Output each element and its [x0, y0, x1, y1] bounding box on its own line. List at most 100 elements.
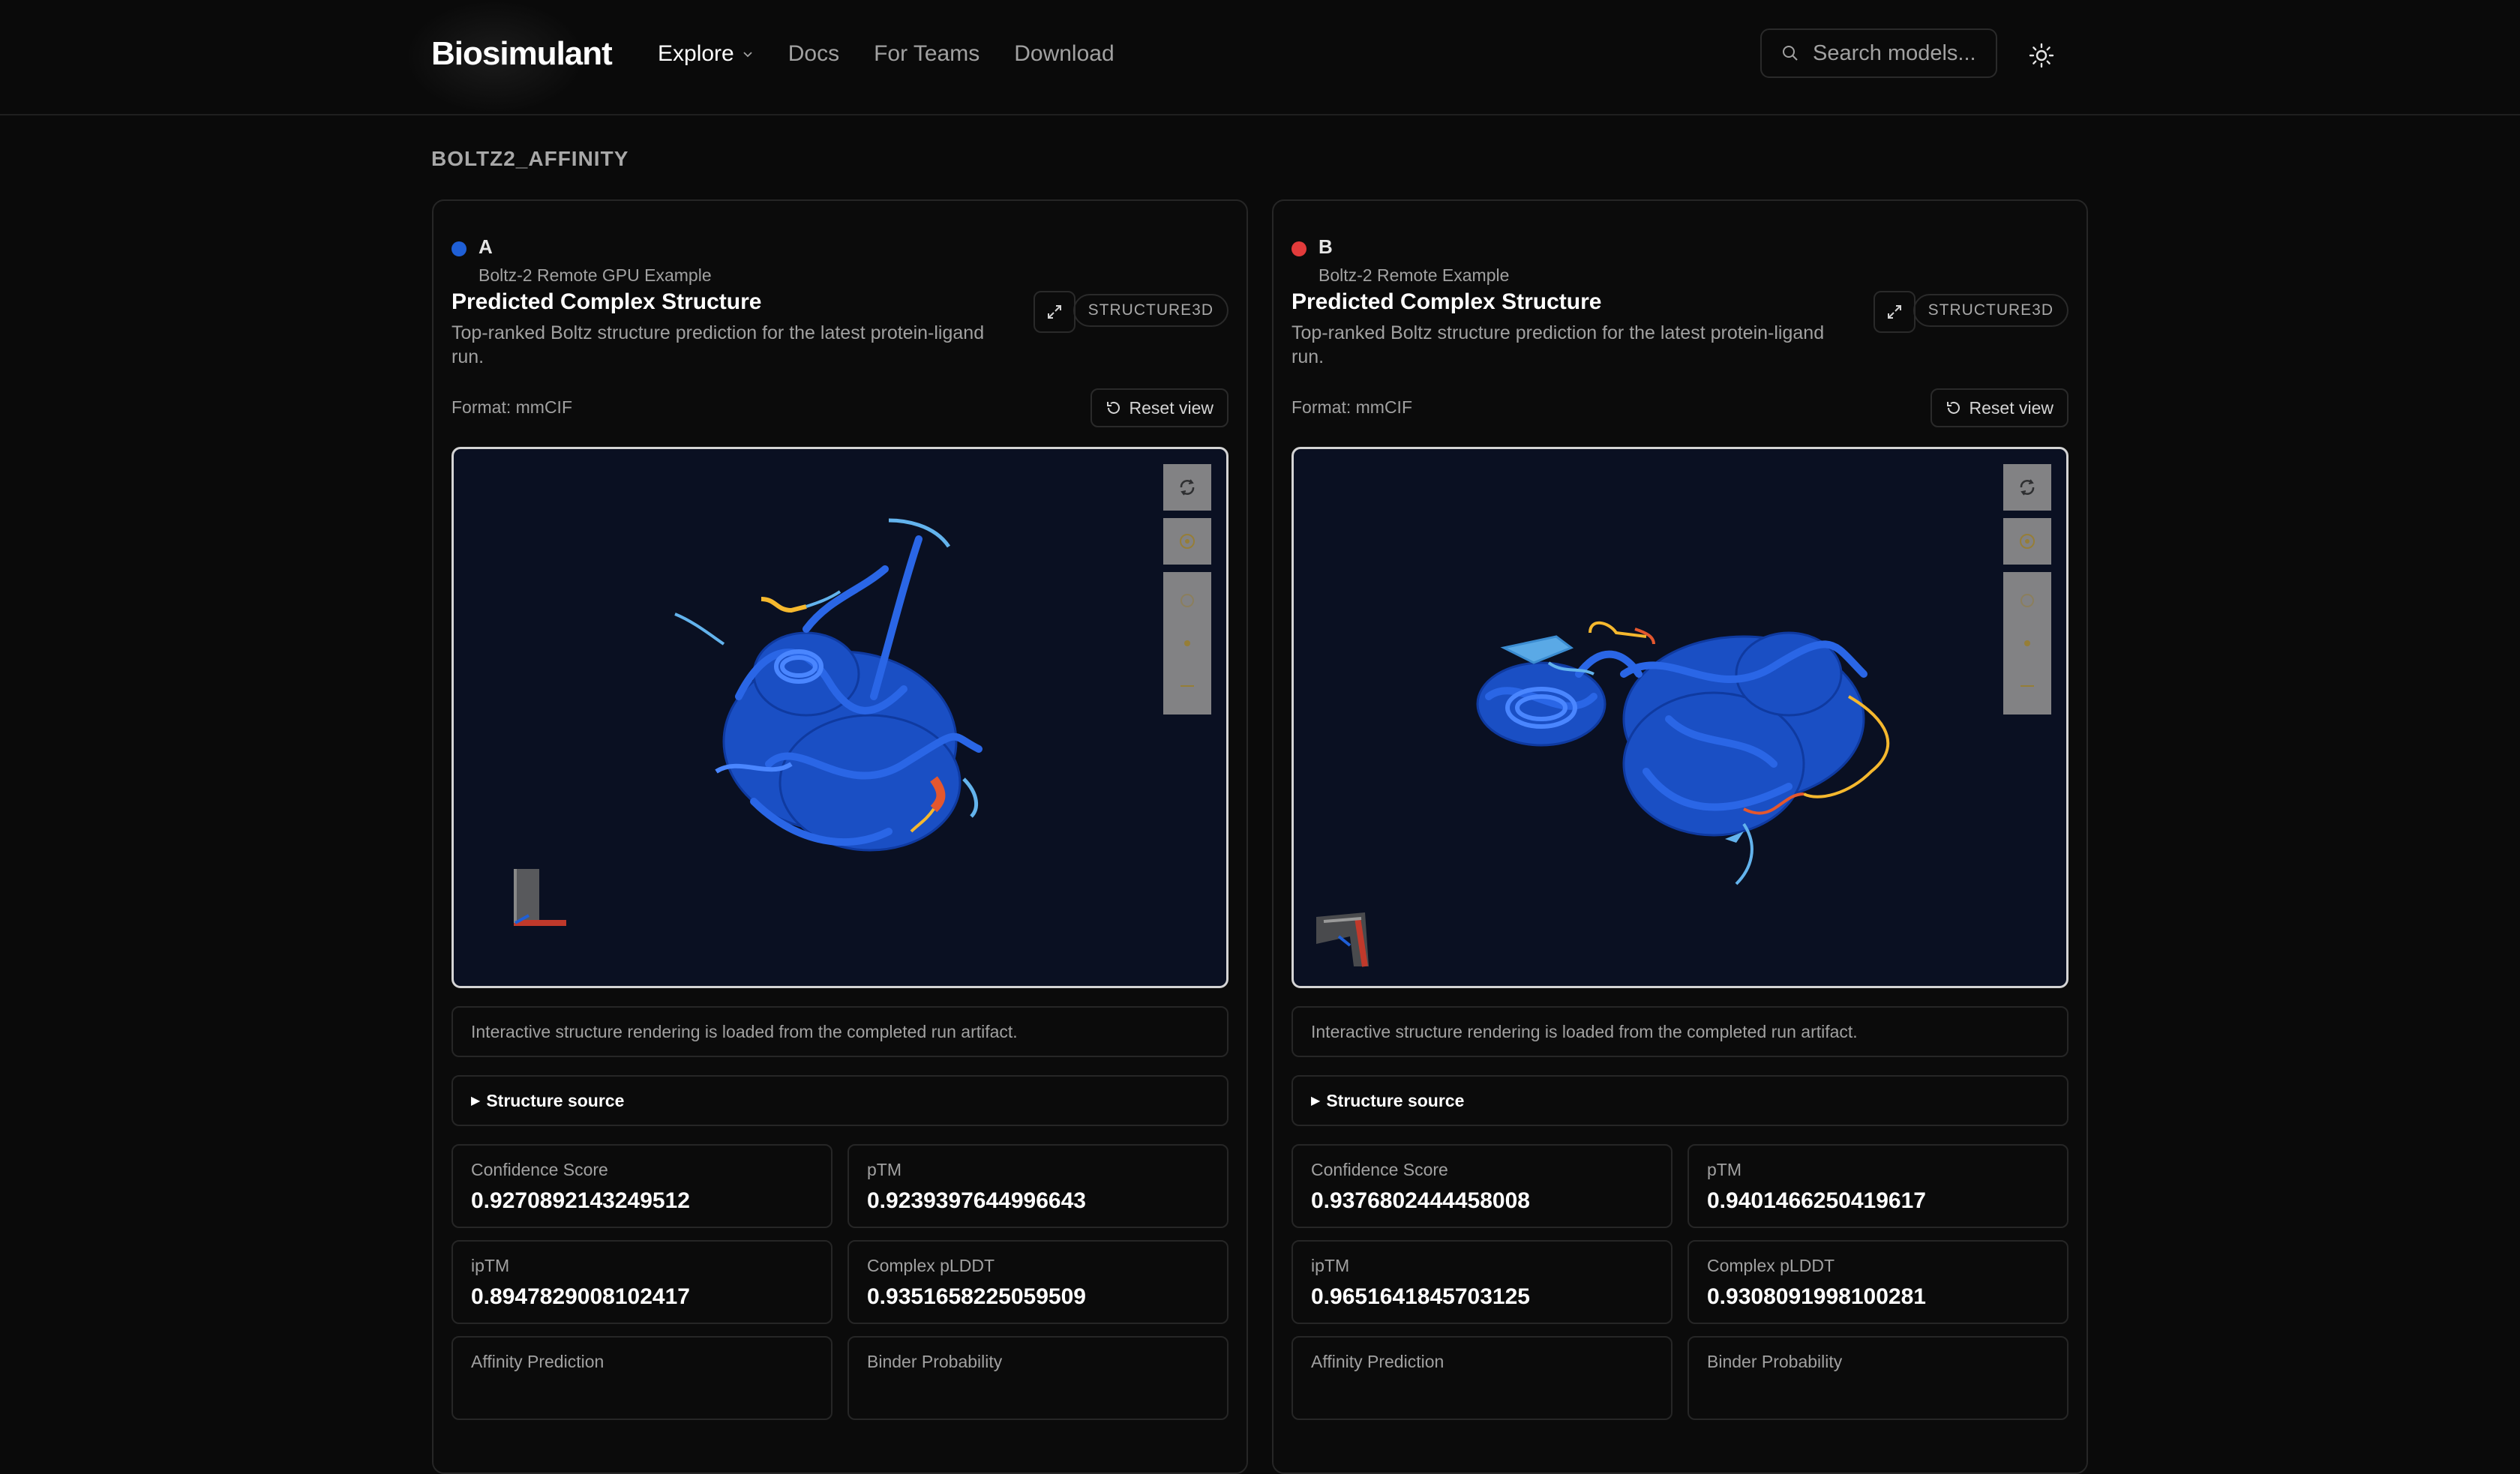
run-name: Boltz-2 Remote Example: [1318, 265, 1510, 285]
measure-icon[interactable]: [2018, 678, 2036, 694]
search-models-input[interactable]: Search models...: [1760, 28, 1997, 78]
brand-logo[interactable]: Biosimulant: [431, 33, 613, 75]
metric-value: 0.9270892143249512: [471, 1188, 690, 1213]
structure-source-toggle[interactable]: ▶ Structure source: [1292, 1075, 2068, 1126]
metric-label: Confidence Score: [471, 1160, 608, 1179]
metric-label: Binder Probability: [1707, 1352, 1843, 1371]
metric-binder-probability: Binder Probability: [1688, 1336, 2068, 1420]
format-label: Format: mmCIF: [1292, 397, 1412, 417]
expand-icon: [1048, 305, 1061, 319]
info-icon[interactable]: [1179, 592, 1196, 609]
page-section-title: BOLTZ2_AFFINITY: [431, 147, 629, 170]
rotate-button[interactable]: [2003, 464, 2051, 511]
nav-explore-label: Explore: [658, 41, 734, 66]
metric-complex-plddt: Complex pLDDT 0.9351658225059509: [848, 1240, 1228, 1324]
metric-value: 0.9651641845703125: [1311, 1284, 1530, 1309]
metric-ptm: pTM 0.9401466250419617: [1688, 1144, 2068, 1228]
measure-icon[interactable]: [1178, 678, 1196, 694]
metric-iptm: ipTM 0.9651641845703125: [1292, 1240, 1672, 1324]
run-color-dot: [452, 241, 466, 256]
viewer-option-group: [2003, 572, 2051, 715]
nav-for-teams[interactable]: For Teams: [874, 37, 980, 70]
metric-affinity-prediction: Affinity Prediction: [1292, 1336, 1672, 1420]
viewer-option-group: [1163, 572, 1211, 715]
metric-value: 0.9239397644996643: [867, 1188, 1086, 1213]
metric-label: Complex pLDDT: [867, 1256, 994, 1275]
type-badge: STRUCTURE3D: [1072, 294, 1228, 327]
palette-icon: [1180, 534, 1195, 549]
metric-binder-probability: Binder Probability: [848, 1336, 1228, 1420]
viewer-note: Interactive structure rendering is loade…: [1292, 1006, 2068, 1057]
viewer-toolbar: [1163, 464, 1211, 715]
metric-confidence-score: Confidence Score 0.9270892143249512: [452, 1144, 832, 1228]
run-panel-a: A Boltz-2 Remote GPU Example Predicted C…: [432, 199, 1248, 1474]
metric-ptm: pTM 0.9239397644996643: [848, 1144, 1228, 1228]
run-name: Boltz-2 Remote GPU Example: [478, 265, 712, 285]
expand-icon: [1888, 305, 1901, 319]
metric-complex-plddt: Complex pLDDT 0.9308091998100281: [1688, 1240, 2068, 1324]
settings-icon[interactable]: [2019, 635, 2036, 652]
rotate-icon: [2020, 479, 2035, 496]
metric-label: Affinity Prediction: [471, 1352, 604, 1371]
reset-icon: [1106, 401, 1120, 414]
metric-value: 0.8947829008102417: [471, 1284, 690, 1309]
metric-label: Binder Probability: [867, 1352, 1003, 1371]
card-description: Top-ranked Boltz structure prediction fo…: [1292, 322, 1825, 367]
run-panel-b: B Boltz-2 Remote Example Predicted Compl…: [1272, 199, 2088, 1474]
metric-label: Complex pLDDT: [1707, 1256, 1834, 1275]
metric-value: 0.9351658225059509: [867, 1284, 1086, 1309]
sun-icon: [2029, 43, 2054, 68]
viewer-note: Interactive structure rendering is loade…: [452, 1006, 1228, 1057]
structure-3d-viewer[interactable]: [1292, 447, 2068, 988]
info-icon[interactable]: [2019, 592, 2036, 609]
metric-value: 0.9308091998100281: [1707, 1284, 1926, 1309]
metric-label: ipTM: [1311, 1256, 1350, 1275]
nav-explore[interactable]: Explore: [658, 37, 754, 70]
disclosure-triangle-icon: ▶: [1311, 1095, 1321, 1107]
search-placeholder: Search models...: [1813, 40, 1976, 65]
metric-value: 0.9401466250419617: [1707, 1188, 1926, 1213]
settings-icon[interactable]: [1179, 635, 1196, 652]
theme-toggle-button[interactable]: [2025, 39, 2058, 72]
nav-docs[interactable]: Docs: [788, 37, 839, 70]
structure-source-label: Structure source: [486, 1090, 625, 1110]
card-title: Predicted Complex Structure: [452, 289, 762, 314]
run-letter: A: [478, 235, 493, 258]
expand-button[interactable]: [1874, 291, 1916, 333]
top-navigation-bar: Biosimulant Explore Docs For Teams Downl…: [0, 0, 2520, 115]
run-letter: B: [1318, 235, 1333, 258]
metric-label: ipTM: [471, 1256, 510, 1275]
nav-download[interactable]: Download: [1014, 37, 1114, 70]
metric-label: Confidence Score: [1311, 1160, 1448, 1179]
reset-icon: [1946, 401, 1960, 414]
metric-label: Affinity Prediction: [1311, 1352, 1444, 1371]
viewer-toolbar: [2003, 464, 2051, 715]
structure-source-toggle[interactable]: ▶ Structure source: [452, 1075, 1228, 1126]
expand-button[interactable]: [1034, 291, 1076, 333]
structure-3d-viewer[interactable]: [452, 447, 1228, 988]
rotate-icon: [1180, 479, 1195, 496]
metric-affinity-prediction: Affinity Prediction: [452, 1336, 832, 1420]
metric-confidence-score: Confidence Score 0.9376802444458008: [1292, 1144, 1672, 1228]
search-icon: [1783, 46, 1798, 61]
reset-view-button[interactable]: Reset view: [1930, 388, 2068, 427]
protein-structure-render: [1316, 621, 1890, 967]
style-button[interactable]: [1163, 518, 1211, 565]
protein-structure-render: [514, 518, 982, 926]
main-nav: Explore Docs For Teams Download: [658, 37, 1149, 70]
disclosure-triangle-icon: ▶: [471, 1095, 481, 1107]
rotate-button[interactable]: [1163, 464, 1211, 511]
metric-label: pTM: [867, 1160, 902, 1179]
card-title: Predicted Complex Structure: [1292, 289, 1602, 314]
reset-view-label: Reset view: [1969, 397, 2054, 418]
type-badge: STRUCTURE3D: [1912, 294, 2068, 327]
reset-view-button[interactable]: Reset view: [1090, 388, 1228, 427]
metric-label: pTM: [1707, 1160, 1742, 1179]
run-color-dot: [1292, 241, 1306, 256]
chevron-down-icon: [743, 52, 752, 58]
metric-value: 0.9376802444458008: [1311, 1188, 1530, 1213]
metric-iptm: ipTM 0.8947829008102417: [452, 1240, 832, 1324]
card-description: Top-ranked Boltz structure prediction fo…: [452, 322, 985, 367]
style-button[interactable]: [2003, 518, 2051, 565]
palette-icon: [2020, 534, 2035, 549]
